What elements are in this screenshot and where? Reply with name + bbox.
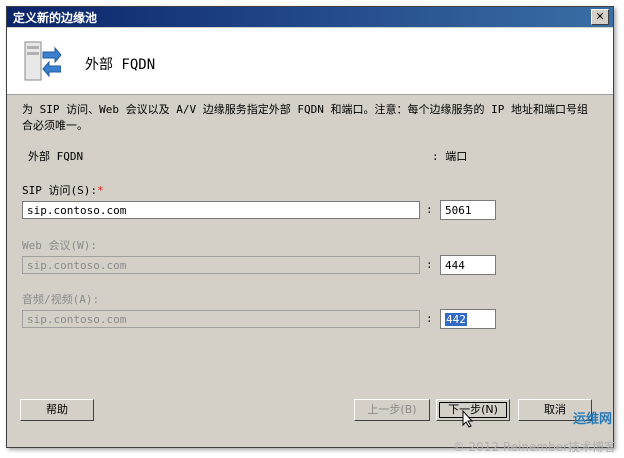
title-bar[interactable]: 定义新的边缘池 ✕ [7, 7, 613, 27]
separator-colon: : [426, 203, 433, 216]
mouse-cursor-icon [462, 409, 474, 432]
web-conferencing-label: Web 会议(W): [22, 239, 97, 252]
web-port-input[interactable]: 444 [440, 255, 496, 275]
separator-colon: : [426, 312, 433, 325]
av-label: 音频/视频(A): [22, 293, 100, 306]
dialog-window: 定义新的边缘池 ✕ 外部 FQDN [6, 6, 614, 448]
av-fqdn-input[interactable]: sip.contoso.com [22, 310, 420, 328]
sip-label: SIP 访问(S):* [22, 182, 104, 198]
selected-port-text: 442 [445, 313, 467, 326]
wizard-header: 外部 FQDN [7, 28, 613, 95]
required-mark: * [96, 184, 104, 197]
sip-port-input[interactable]: 5061 [440, 200, 496, 220]
av-port-input[interactable]: 442 [440, 309, 496, 329]
watermark-text: © 2012 Reinember技术博客 [452, 440, 616, 454]
separator-colon: : [426, 258, 433, 271]
web-fqdn-input[interactable]: sip.contoso.com [22, 256, 420, 274]
sip-fqdn-input[interactable]: sip.contoso.com [22, 201, 420, 219]
back-button[interactable]: 上一步(B) [354, 399, 430, 421]
help-button[interactable]: 帮助 [20, 399, 94, 421]
page-title: 外部 FQDN [85, 57, 156, 73]
server-arrows-icon [21, 40, 62, 82]
window-title: 定义新的边缘池 [13, 11, 98, 25]
description-text: 为 SIP 访问、Web 会议以及 A/V 边缘服务指定外部 FQDN 和端口。… [22, 103, 588, 132]
column-header-fqdn: 外部 FQDN [28, 150, 84, 163]
sip-label-text: SIP 访问(S): [22, 184, 97, 197]
watermark-logo: 运维网 [572, 412, 612, 427]
column-header-port: : 端口 [432, 150, 468, 163]
close-button[interactable]: ✕ [591, 9, 609, 25]
